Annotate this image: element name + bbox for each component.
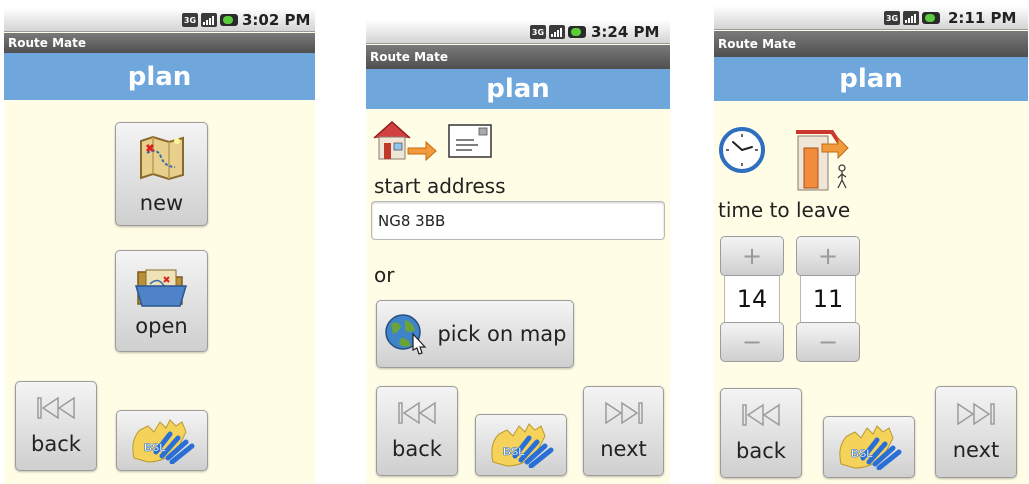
back-button[interactable]: back bbox=[15, 381, 97, 471]
signal-icon bbox=[201, 13, 217, 27]
open-folder-icon bbox=[134, 269, 187, 307]
page-title: plan bbox=[839, 64, 903, 94]
bsl-hands-icon: BSL bbox=[132, 418, 195, 464]
hour-value[interactable]: 14 bbox=[724, 276, 780, 322]
status-bar: 3G 3:24 PM bbox=[366, 20, 670, 44]
back-button[interactable]: back bbox=[720, 388, 802, 478]
postcode-letter-icon bbox=[448, 124, 492, 158]
start-address-value: NG8 3BB bbox=[378, 211, 446, 230]
app-name-bar: Route Mate bbox=[714, 31, 1028, 57]
page-title: plan bbox=[486, 74, 550, 104]
app-name-bar: Route Mate bbox=[366, 45, 670, 69]
bsl-text: BSL bbox=[503, 446, 525, 458]
open-label: open bbox=[135, 314, 188, 338]
bsl-hands-icon: BSL bbox=[839, 425, 902, 470]
bsl-text: BSL bbox=[144, 442, 166, 454]
next-label: next bbox=[600, 437, 647, 461]
phone-screen-start-address: 3G 3:24 PM Route Mate plan start address… bbox=[366, 20, 670, 484]
treasure-map-icon bbox=[139, 135, 184, 181]
time-to-leave-label: time to leave bbox=[718, 198, 851, 222]
globe-pointer-icon bbox=[385, 314, 427, 355]
new-label: new bbox=[139, 191, 184, 215]
signal-icon bbox=[903, 11, 919, 25]
open-plan-button[interactable]: open bbox=[115, 250, 208, 352]
skip-forward-icon bbox=[604, 401, 643, 425]
3g-icon: 3G bbox=[182, 13, 198, 27]
back-label: back bbox=[31, 432, 81, 456]
home-departure-icon bbox=[373, 120, 437, 162]
back-label: back bbox=[392, 437, 442, 461]
minute-stepper[interactable]: + 11 − bbox=[796, 236, 860, 362]
battery-icon bbox=[568, 26, 586, 38]
next-button[interactable]: next bbox=[935, 386, 1017, 478]
leave-house-icon bbox=[796, 130, 849, 191]
start-address-label: start address bbox=[374, 174, 506, 198]
app-name: Route Mate bbox=[718, 37, 796, 51]
hour-stepper[interactable]: + 14 − bbox=[720, 236, 784, 362]
status-bar: 3G 2:11 PM bbox=[714, 6, 1028, 30]
bsl-button[interactable]: BSL bbox=[116, 410, 208, 471]
or-label: or bbox=[374, 263, 395, 287]
pick-on-map-label: pick on map bbox=[437, 322, 567, 346]
next-button[interactable]: next bbox=[583, 386, 664, 476]
3g-icon: 3G bbox=[530, 25, 546, 39]
minute-value[interactable]: 11 bbox=[800, 276, 856, 322]
3g-icon: 3G bbox=[884, 11, 900, 25]
hour-decrement-button[interactable]: − bbox=[720, 322, 784, 362]
skip-forward-icon bbox=[957, 402, 995, 426]
phone-screen-plan-menu: 3G 3:02 PM Route Mate plan new open back… bbox=[4, 8, 315, 484]
title-bar: plan bbox=[714, 57, 1028, 101]
title-bar: plan bbox=[4, 53, 315, 100]
skip-back-icon bbox=[742, 403, 780, 427]
skip-back-icon bbox=[37, 396, 75, 420]
clock-icon bbox=[719, 127, 765, 173]
app-name-bar: Route Mate bbox=[4, 33, 315, 53]
start-address-input[interactable]: NG8 3BB bbox=[371, 201, 665, 240]
status-time: 2:11 PM bbox=[948, 9, 1017, 27]
title-bar: plan bbox=[366, 69, 670, 109]
app-name: Route Mate bbox=[8, 36, 86, 50]
bsl-text: BSL bbox=[851, 448, 873, 460]
status-time: 3:24 PM bbox=[591, 23, 660, 41]
minute-increment-button[interactable]: + bbox=[796, 236, 860, 276]
status-bar: 3G 3:02 PM bbox=[4, 8, 315, 32]
bsl-button[interactable]: BSL bbox=[475, 414, 567, 476]
battery-icon bbox=[220, 14, 238, 26]
new-plan-button[interactable]: new bbox=[115, 122, 208, 226]
skip-back-icon bbox=[398, 401, 436, 425]
bsl-hands-icon: BSL bbox=[491, 423, 554, 468]
pick-on-map-button[interactable]: pick on map bbox=[376, 300, 574, 368]
phone-screen-time-to-leave: 3G 2:11 PM Route Mate plan time to leave… bbox=[714, 6, 1028, 484]
signal-icon bbox=[549, 25, 565, 39]
back-label: back bbox=[736, 439, 786, 463]
app-name: Route Mate bbox=[370, 50, 448, 64]
minute-decrement-button[interactable]: − bbox=[796, 322, 860, 362]
status-time: 3:02 PM bbox=[242, 11, 311, 29]
page-title: plan bbox=[127, 61, 192, 92]
hour-increment-button[interactable]: + bbox=[720, 236, 784, 276]
back-button[interactable]: back bbox=[376, 386, 458, 476]
next-label: next bbox=[952, 438, 1000, 462]
battery-icon bbox=[922, 12, 940, 24]
bsl-button[interactable]: BSL bbox=[823, 416, 915, 478]
